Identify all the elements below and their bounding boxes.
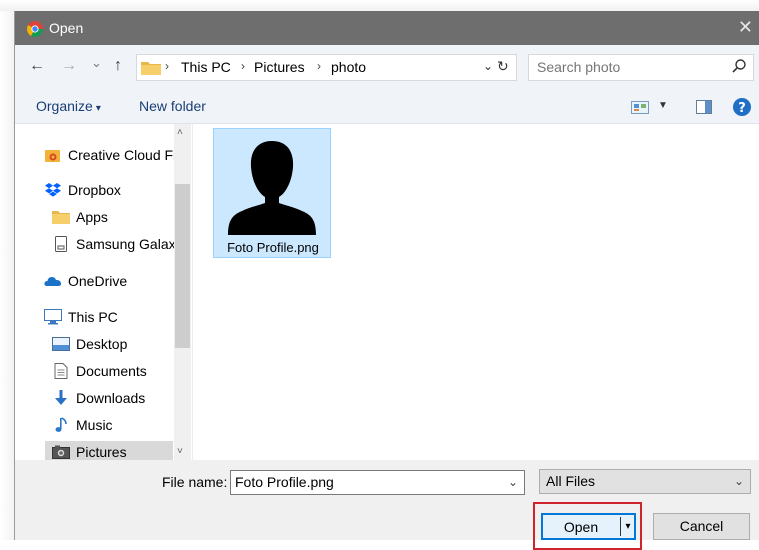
folder-icon <box>52 209 70 225</box>
music-icon <box>52 417 70 433</box>
breadcrumb-photo[interactable]: photo <box>331 59 366 75</box>
file-name-dropdown-icon[interactable]: ⌄ <box>508 475 518 489</box>
scroll-up-arrow-icon[interactable]: ˄ <box>177 127 183 138</box>
file-name-input[interactable] <box>235 474 495 490</box>
back-arrow-icon[interactable]: ← <box>29 57 45 75</box>
navigation-bar: ← → ⌄ ↑ › This PC › Pictures › photo ⌄ ↻ <box>15 45 759 91</box>
dialog-title: Open <box>49 20 84 36</box>
sidebar-item-label: Creative Cloud Fil <box>68 147 180 163</box>
cancel-button[interactable]: Cancel <box>653 513 750 540</box>
scrollbar-thumb[interactable] <box>175 184 190 348</box>
file-type-dropdown-icon[interactable]: ⌄ <box>734 474 744 488</box>
open-split-dropdown-icon[interactable]: ▾ <box>620 517 635 536</box>
open-file-dialog: Open ✕ ← → ⌄ ↑ › This PC › Pictures › ph… <box>14 11 759 550</box>
background-left <box>0 0 14 540</box>
person-silhouette-icon <box>228 141 316 235</box>
onedrive-icon <box>44 273 62 289</box>
file-name-combobox[interactable]: ⌄ <box>230 470 525 495</box>
file-list-view: Foto Profile.png <box>192 124 759 460</box>
sidebar-item-label: Music <box>76 417 113 433</box>
organize-button[interactable]: Organize ▾ <box>36 98 101 114</box>
organize-label: Organize <box>36 98 93 114</box>
breadcrumb-this-pc[interactable]: This PC <box>181 59 231 75</box>
search-box[interactable] <box>528 54 754 81</box>
sidebar-item-label: OneDrive <box>68 273 128 289</box>
sidebar-item-apps[interactable]: Apps <box>52 206 108 228</box>
open-button-label: Open <box>563 519 599 535</box>
breadcrumb-separator: › <box>241 59 245 73</box>
file-name-label: Foto Profile.png <box>227 240 319 255</box>
breadcrumb-pictures[interactable]: Pictures <box>254 59 305 75</box>
breadcrumb-separator: › <box>165 59 169 73</box>
sidebar-item-creative-cloud[interactable]: Creative Cloud Fil <box>44 144 179 166</box>
computer-icon <box>44 309 62 325</box>
scroll-down-arrow-icon[interactable]: ˅ <box>177 446 183 457</box>
file-item[interactable]: Foto Profile.png <box>213 128 331 258</box>
search-icon[interactable] <box>731 58 747 74</box>
file-name-field-label: File name: <box>162 474 228 490</box>
sidebar-item-label: Apps <box>76 209 108 225</box>
sidebar-item-music[interactable]: Music <box>52 414 113 436</box>
preview-pane-icon[interactable] <box>696 100 712 114</box>
change-view-icon[interactable] <box>631 101 649 114</box>
command-bar: Organize ▾ New folder ▼ ? <box>15 91 759 124</box>
chrome-icon <box>27 21 43 37</box>
navigation-pane-scrollbar[interactable]: ˄ ˅ <box>174 124 191 460</box>
address-dropdown-icon[interactable]: ⌄ <box>483 59 493 73</box>
file-type-select[interactable]: All Files ⌄ <box>539 469 751 494</box>
new-folder-button[interactable]: New folder <box>139 98 206 114</box>
folder-icon <box>141 62 161 75</box>
dialog-footer: File name: ⌄ All Files ⌄ Open ▾ Cancel <box>15 460 759 550</box>
address-bar[interactable]: › This PC › Pictures › photo ⌄ ↻ <box>136 54 517 81</box>
downloads-icon <box>52 390 70 406</box>
close-icon[interactable]: ✕ <box>738 17 753 38</box>
desktop-icon <box>52 336 70 352</box>
sidebar-item-label: This PC <box>68 309 118 325</box>
sidebar-item-dropbox[interactable]: Dropbox <box>44 179 121 201</box>
creative-cloud-icon <box>44 147 62 163</box>
view-options-caret-icon[interactable]: ▼ <box>658 100 668 111</box>
sidebar-item-this-pc[interactable]: This PC <box>44 306 118 328</box>
sidebar-item-samsung-galaxy[interactable]: Samsung Galaxy <box>52 233 183 255</box>
recent-locations-icon[interactable]: ⌄ <box>91 55 102 71</box>
sidebar-item-label: Documents <box>76 363 147 379</box>
sidebar-item-documents[interactable]: Documents <box>52 360 147 382</box>
sidebar-item-label: Pictures <box>76 444 127 460</box>
sidebar-item-downloads[interactable]: Downloads <box>52 387 145 409</box>
documents-icon <box>52 363 70 379</box>
sidebar-item-desktop[interactable]: Desktop <box>52 333 127 355</box>
sidebar-item-label: Dropbox <box>68 182 121 198</box>
refresh-icon[interactable]: ↻ <box>497 58 509 75</box>
device-icon <box>52 236 70 252</box>
navigation-pane: Creative Cloud Fil Dropbox Apps Samsung … <box>15 124 191 463</box>
title-bar: Open ✕ <box>15 11 759 45</box>
sidebar-item-onedrive[interactable]: OneDrive <box>44 270 127 292</box>
search-input[interactable] <box>537 59 717 75</box>
forward-arrow-icon[interactable]: → <box>61 57 77 75</box>
up-arrow-icon[interactable]: ↑ <box>114 57 122 75</box>
background-top <box>0 0 759 11</box>
help-icon[interactable]: ? <box>733 98 751 116</box>
sidebar-item-label: Desktop <box>76 336 128 352</box>
breadcrumb-separator: › <box>317 59 321 73</box>
file-type-value: All Files <box>546 473 596 489</box>
open-button[interactable]: Open ▾ <box>541 513 636 540</box>
pictures-icon <box>52 444 70 460</box>
sidebar-item-label: Downloads <box>76 390 146 406</box>
organize-caret-icon: ▾ <box>95 103 101 114</box>
svg-text:?: ? <box>738 101 746 116</box>
dropbox-icon <box>44 182 62 198</box>
sidebar-item-label: Samsung Galaxy <box>76 236 183 252</box>
